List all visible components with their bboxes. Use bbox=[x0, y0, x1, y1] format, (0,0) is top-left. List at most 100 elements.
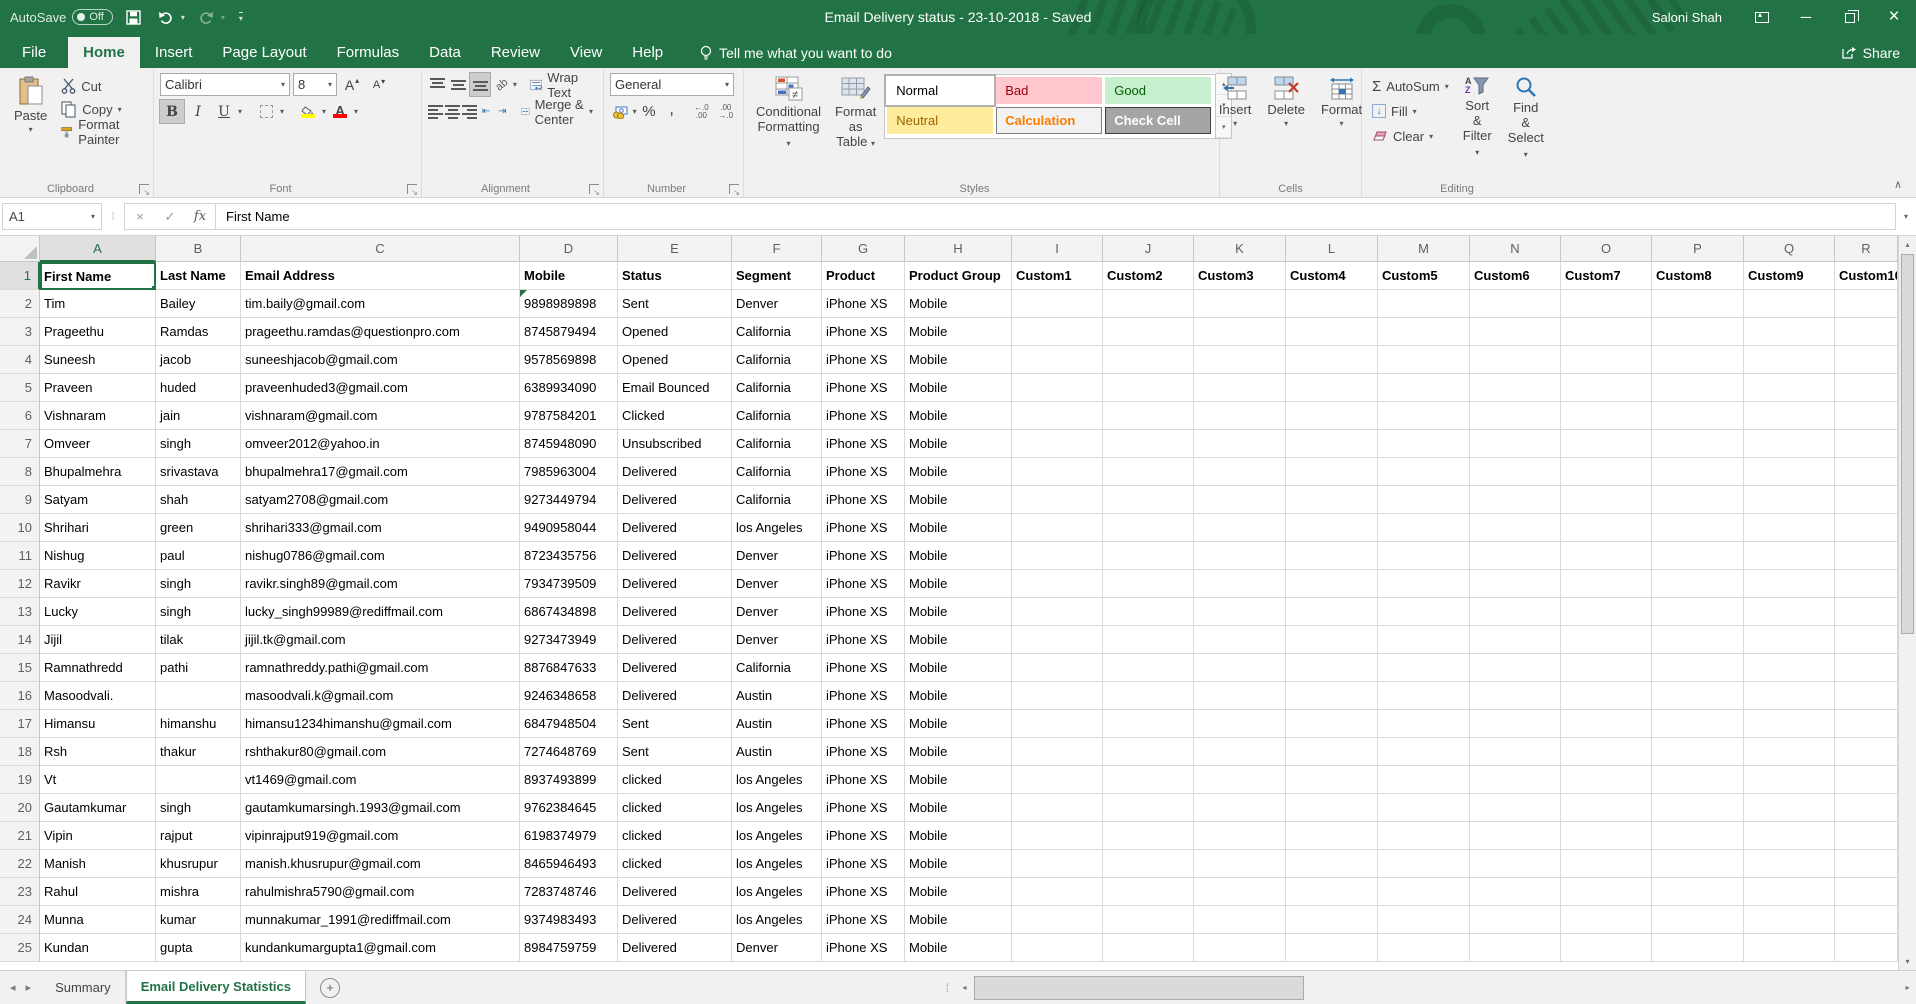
col-header-E[interactable]: E bbox=[618, 236, 732, 262]
cell-K23[interactable] bbox=[1194, 878, 1286, 906]
cell-Q10[interactable] bbox=[1744, 514, 1835, 542]
autosave-toggle[interactable]: AutoSave Off bbox=[10, 9, 113, 25]
cell-Q2[interactable] bbox=[1744, 290, 1835, 318]
align-center-button[interactable] bbox=[445, 100, 460, 123]
undo-dropdown[interactable]: ▾ bbox=[181, 13, 185, 22]
cell-Q3[interactable] bbox=[1744, 318, 1835, 346]
cell-Q16[interactable] bbox=[1744, 682, 1835, 710]
cell-H3[interactable]: Mobile bbox=[905, 318, 1012, 346]
cell-B7[interactable]: singh bbox=[156, 430, 241, 458]
col-header-R[interactable]: R bbox=[1835, 236, 1898, 262]
cell-A7[interactable]: Omveer bbox=[40, 430, 156, 458]
cell-A10[interactable]: Shrihari bbox=[40, 514, 156, 542]
cell-L5[interactable] bbox=[1286, 374, 1378, 402]
cell-E23[interactable]: Delivered bbox=[618, 878, 732, 906]
cell-M22[interactable] bbox=[1378, 850, 1470, 878]
cell-D6[interactable]: 9787584201 bbox=[520, 402, 618, 430]
cell-I10[interactable] bbox=[1012, 514, 1103, 542]
cell-R15[interactable] bbox=[1835, 654, 1898, 682]
cell-F9[interactable]: California bbox=[732, 486, 822, 514]
cell-C21[interactable]: vipinrajput919@gmail.com bbox=[241, 822, 520, 850]
cell-P11[interactable] bbox=[1652, 542, 1744, 570]
cell-O19[interactable] bbox=[1561, 766, 1652, 794]
cell-A9[interactable]: Satyam bbox=[40, 486, 156, 514]
cell-A17[interactable]: Himansu bbox=[40, 710, 156, 738]
cell-P4[interactable] bbox=[1652, 346, 1744, 374]
cell-D8[interactable]: 7985963004 bbox=[520, 458, 618, 486]
increase-font-size-button[interactable]: A▴ bbox=[340, 73, 364, 96]
format-cells-button[interactable]: Format ▾ bbox=[1315, 73, 1368, 179]
col-header-I[interactable]: I bbox=[1012, 236, 1103, 262]
cell-J14[interactable] bbox=[1103, 626, 1194, 654]
cell-G22[interactable]: iPhone XS bbox=[822, 850, 905, 878]
cell-G18[interactable]: iPhone XS bbox=[822, 738, 905, 766]
cell-J24[interactable] bbox=[1103, 906, 1194, 934]
name-box-dropdown[interactable]: ▾ bbox=[91, 212, 95, 221]
cell-L6[interactable] bbox=[1286, 402, 1378, 430]
confirm-entry-button[interactable]: ✓ bbox=[155, 204, 185, 229]
cell-E12[interactable]: Delivered bbox=[618, 570, 732, 598]
cell-I5[interactable] bbox=[1012, 374, 1103, 402]
cell-J3[interactable] bbox=[1103, 318, 1194, 346]
cell-L13[interactable] bbox=[1286, 598, 1378, 626]
cell-A3[interactable]: Prageethu bbox=[40, 318, 156, 346]
decrease-font-size-button[interactable]: A▾ bbox=[367, 73, 391, 96]
formula-input[interactable]: First Name bbox=[215, 203, 1896, 230]
cell-O20[interactable] bbox=[1561, 794, 1652, 822]
cell-C8[interactable]: bhupalmehra17@gmail.com bbox=[241, 458, 520, 486]
cell-L19[interactable] bbox=[1286, 766, 1378, 794]
cell-J17[interactable] bbox=[1103, 710, 1194, 738]
cell-P3[interactable] bbox=[1652, 318, 1744, 346]
cell-L4[interactable] bbox=[1286, 346, 1378, 374]
cell-G4[interactable]: iPhone XS bbox=[822, 346, 905, 374]
cell-E10[interactable]: Delivered bbox=[618, 514, 732, 542]
cell-I15[interactable] bbox=[1012, 654, 1103, 682]
name-box[interactable]: A1 ▾ bbox=[2, 203, 102, 230]
cell-M19[interactable] bbox=[1378, 766, 1470, 794]
row-header-16[interactable]: 16 bbox=[0, 682, 40, 710]
cell-R18[interactable] bbox=[1835, 738, 1898, 766]
cell-C24[interactable]: munnakumar_1991@rediffmail.com bbox=[241, 906, 520, 934]
cell-R25[interactable] bbox=[1835, 934, 1898, 962]
cell-P2[interactable] bbox=[1652, 290, 1744, 318]
cell-J1[interactable]: Custom2 bbox=[1103, 262, 1194, 290]
conditional-formatting-button[interactable]: ≠ Conditional Formatting ▾ bbox=[750, 73, 827, 179]
cell-K16[interactable] bbox=[1194, 682, 1286, 710]
cell-H8[interactable]: Mobile bbox=[905, 458, 1012, 486]
tab-home[interactable]: Home bbox=[68, 37, 140, 68]
cell-J21[interactable] bbox=[1103, 822, 1194, 850]
cell-N21[interactable] bbox=[1470, 822, 1561, 850]
sheet-nav-next[interactable]: ▸ bbox=[26, 981, 32, 994]
fill-color-dropdown[interactable]: ▾ bbox=[322, 107, 326, 116]
cell-H6[interactable]: Mobile bbox=[905, 402, 1012, 430]
row-header-20[interactable]: 20 bbox=[0, 794, 40, 822]
cell-L25[interactable] bbox=[1286, 934, 1378, 962]
cell-K25[interactable] bbox=[1194, 934, 1286, 962]
cell-O8[interactable] bbox=[1561, 458, 1652, 486]
cell-D24[interactable]: 9374983493 bbox=[520, 906, 618, 934]
cell-O5[interactable] bbox=[1561, 374, 1652, 402]
cell-I1[interactable]: Custom1 bbox=[1012, 262, 1103, 290]
cell-O22[interactable] bbox=[1561, 850, 1652, 878]
wrap-text-button[interactable]: Wrap Text bbox=[526, 74, 597, 96]
format-cells-dropdown[interactable]: ▾ bbox=[1340, 119, 1344, 128]
cell-H13[interactable]: Mobile bbox=[905, 598, 1012, 626]
cell-F8[interactable]: California bbox=[732, 458, 822, 486]
cell-D7[interactable]: 8745948090 bbox=[520, 430, 618, 458]
cell-R6[interactable] bbox=[1835, 402, 1898, 430]
cell-J10[interactable] bbox=[1103, 514, 1194, 542]
cell-A8[interactable]: Bhupalmehra bbox=[40, 458, 156, 486]
cell-D4[interactable]: 9578569898 bbox=[520, 346, 618, 374]
cell-G14[interactable]: iPhone XS bbox=[822, 626, 905, 654]
cell-O7[interactable] bbox=[1561, 430, 1652, 458]
tell-me-box[interactable]: Tell me what you want to do bbox=[690, 38, 902, 68]
cell-J2[interactable] bbox=[1103, 290, 1194, 318]
cell-L15[interactable] bbox=[1286, 654, 1378, 682]
cell-D18[interactable]: 7274648769 bbox=[520, 738, 618, 766]
cell-R3[interactable] bbox=[1835, 318, 1898, 346]
col-header-D[interactable]: D bbox=[520, 236, 618, 262]
tab-scrollbar-splitter[interactable]: ⁞ bbox=[946, 981, 950, 995]
cell-M25[interactable] bbox=[1378, 934, 1470, 962]
cell-B9[interactable]: shah bbox=[156, 486, 241, 514]
cell-B1[interactable]: Last Name bbox=[156, 262, 241, 290]
